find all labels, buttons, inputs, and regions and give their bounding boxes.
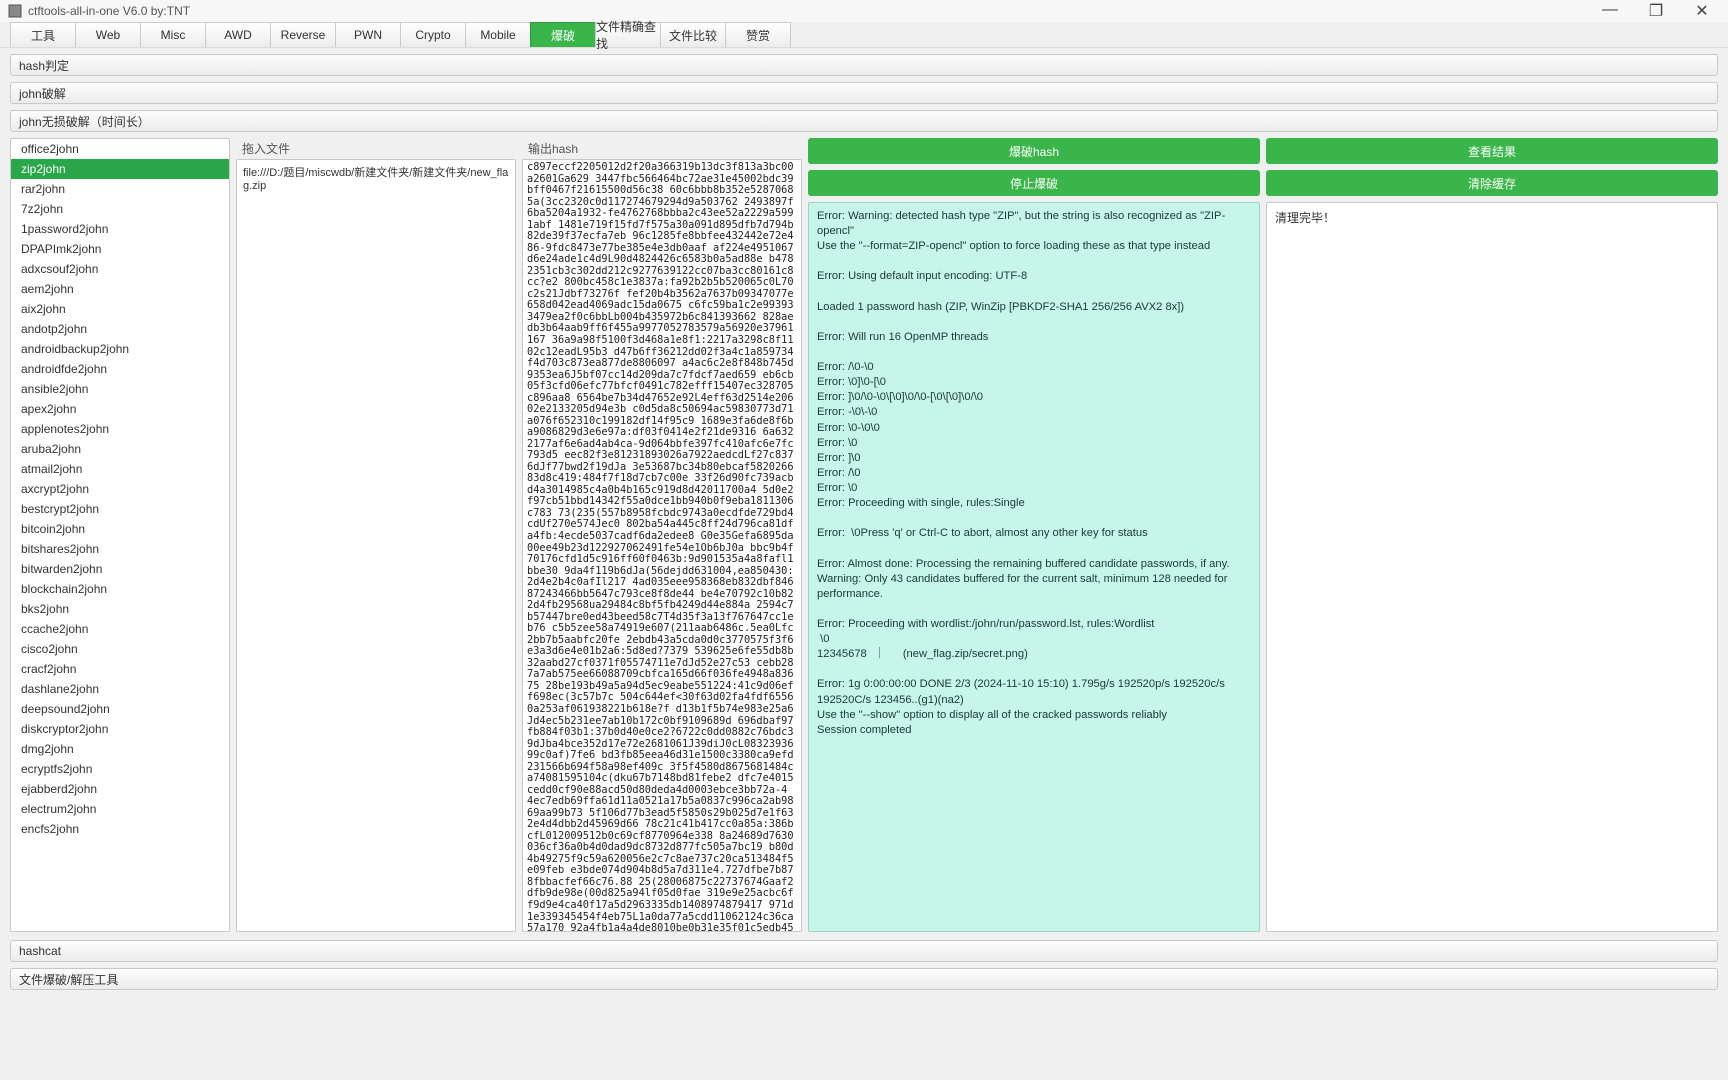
converter-item-bitwarden2john[interactable]: bitwarden2john [11,559,229,579]
minimize-button[interactable]: — [1596,1,1624,21]
tab-工具[interactable]: 工具 [10,22,76,47]
converter-item-diskcryptor2john[interactable]: diskcryptor2john [11,719,229,739]
subbar-0[interactable]: hash判定 [10,54,1718,76]
converter-item-adxcsouf2john[interactable]: adxcsouf2john [11,259,229,279]
converter-item-ccache2john[interactable]: ccache2john [11,619,229,639]
converter-item-bitcoin2john[interactable]: bitcoin2john [11,519,229,539]
tab-赞赏[interactable]: 赞赏 [725,22,791,47]
bottom-bar-1[interactable]: 文件爆破/解压工具 [10,968,1718,990]
dragged-file-path[interactable]: file:///D:/题目/miscwdb/新建文件夹/新建文件夹/new_fl… [237,160,515,196]
subbar-1[interactable]: john破解 [10,82,1718,104]
close-button[interactable]: ✕ [1688,1,1716,21]
converter-item-blockchain2john[interactable]: blockchain2john [11,579,229,599]
tab-Reverse[interactable]: Reverse [270,22,336,47]
hash-output-text[interactable]: c897eccf2205012d2f20a366319b13dc3f813a3b… [523,160,801,931]
converter-item-ejabberd2john[interactable]: ejabberd2john [11,779,229,799]
status-panel: 清理完毕！ [1266,202,1718,932]
app-icon [8,4,22,18]
converter-item-aem2john[interactable]: aem2john [11,279,229,299]
file-drop-zone[interactable] [237,196,515,931]
converter-item-deepsound2john[interactable]: deepsound2john [11,699,229,719]
bottom-bar-0[interactable]: hashcat [10,940,1718,962]
converter-item-aix2john[interactable]: aix2john [11,299,229,319]
converter-item-7z2john[interactable]: 7z2john [11,199,229,219]
converter-item-cracf2john[interactable]: cracf2john [11,659,229,679]
converter-item-andotp2john[interactable]: andotp2john [11,319,229,339]
converter-item-1password2john[interactable]: 1password2john [11,219,229,239]
clear-cache-button[interactable]: 清除缓存 [1266,170,1718,196]
tab-Mobile[interactable]: Mobile [465,22,531,47]
subbar-2[interactable]: john无损破解（时间长） [10,110,1718,132]
tab-PWN[interactable]: PWN [335,22,401,47]
tab-文件比较[interactable]: 文件比较 [660,22,726,47]
converter-item-androidbackup2john[interactable]: androidbackup2john [11,339,229,359]
window-title: ctftools-all-in-one V6.0 by:TNT [28,4,1596,18]
converter-item-DPAPImk2john[interactable]: DPAPImk2john [11,239,229,259]
converter-item-cisco2john[interactable]: cisco2john [11,639,229,659]
converter-item-ansible2john[interactable]: ansible2john [11,379,229,399]
view-result-button[interactable]: 查看结果 [1266,138,1718,164]
tab-爆破[interactable]: 爆破 [530,22,596,47]
converter-item-bestcrypt2john[interactable]: bestcrypt2john [11,499,229,519]
converter-item-ecryptfs2john[interactable]: ecryptfs2john [11,759,229,779]
converter-item-aruba2john[interactable]: aruba2john [11,439,229,459]
converter-item-bks2john[interactable]: bks2john [11,599,229,619]
converter-item-dashlane2john[interactable]: dashlane2john [11,679,229,699]
converter-item-bitshares2john[interactable]: bitshares2john [11,539,229,559]
crack-hash-button[interactable]: 爆破hash [808,138,1260,164]
converter-item-zip2john[interactable]: zip2john [11,159,229,179]
converter-item-axcrypt2john[interactable]: axcrypt2john [11,479,229,499]
tab-Crypto[interactable]: Crypto [400,22,466,47]
converter-item-androidfde2john[interactable]: androidfde2john [11,359,229,379]
stop-crack-button[interactable]: 停止爆破 [808,170,1260,196]
converter-list-panel: office2johnzip2johnrar2john7z2john1passw… [10,138,230,932]
log-output-panel[interactable]: Error: Warning: detected hash type "ZIP"… [808,202,1260,932]
converter-item-applenotes2john[interactable]: applenotes2john [11,419,229,439]
converter-item-office2john[interactable]: office2john [11,139,229,159]
tab-文件精确查找[interactable]: 文件精确查找 [595,22,661,47]
tab-AWD[interactable]: AWD [205,22,271,47]
converter-item-encfs2john[interactable]: encfs2john [11,819,229,839]
converter-item-rar2john[interactable]: rar2john [11,179,229,199]
tab-Web[interactable]: Web [75,22,141,47]
drag-panel-label: 拖入文件 [236,138,516,159]
converter-item-electrum2john[interactable]: electrum2john [11,799,229,819]
converter-item-dmg2john[interactable]: dmg2john [11,739,229,759]
tab-Misc[interactable]: Misc [140,22,206,47]
hash-panel-label: 输出hash [522,138,802,159]
converter-item-apex2john[interactable]: apex2john [11,399,229,419]
maximize-button[interactable]: ❐ [1642,1,1670,21]
converter-item-atmail2john[interactable]: atmail2john [11,459,229,479]
